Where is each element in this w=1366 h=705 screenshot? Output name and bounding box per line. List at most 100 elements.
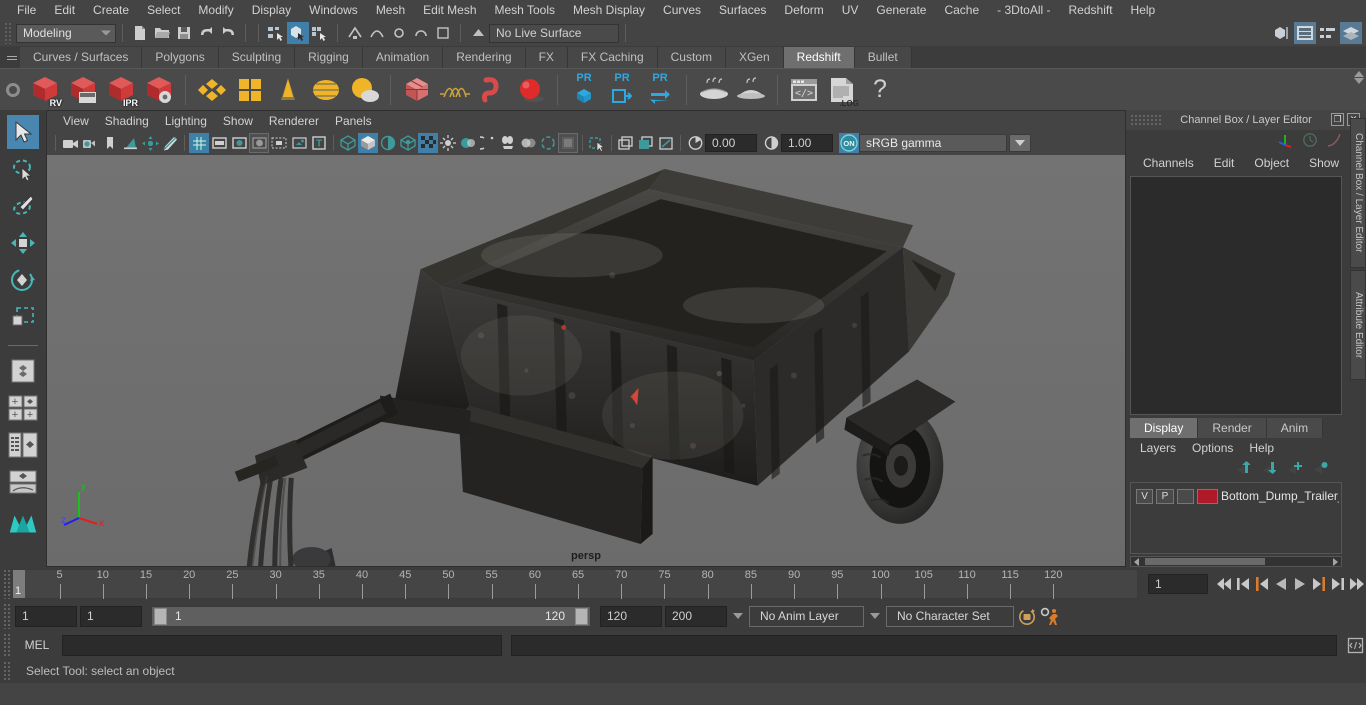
screen-space-ao-icon[interactable]	[458, 133, 478, 153]
shelf-tab-fx-caching[interactable]: FX Caching	[567, 47, 658, 68]
select-by-component-icon[interactable]	[309, 22, 331, 44]
layers-menu-help[interactable]: Help	[1241, 441, 1282, 455]
help-line-grip[interactable]	[3, 661, 12, 681]
anim-layer-select[interactable]: No Anim Layer	[749, 605, 864, 627]
go-to-end-icon[interactable]	[1347, 572, 1366, 596]
scrollbar-thumb[interactable]	[1145, 558, 1265, 565]
rotate-tool[interactable]	[7, 263, 39, 297]
move-tool[interactable]	[7, 226, 39, 260]
make-live-icon[interactable]	[467, 22, 489, 44]
shaded-wireframe-icon[interactable]	[378, 133, 398, 153]
character-set-dropdown-button[interactable]	[867, 606, 883, 627]
viewport-menu-lighting[interactable]: Lighting	[157, 114, 215, 128]
new-layer-from-selected-icon[interactable]	[1311, 461, 1328, 478]
shelf-button-redshift-help[interactable]: ?	[861, 71, 899, 109]
scale-tool[interactable]	[7, 300, 39, 334]
gamma-field[interactable]: 1.00	[781, 134, 833, 152]
channel-box-menu-edit[interactable]: Edit	[1205, 156, 1244, 170]
select-by-object-icon[interactable]	[287, 22, 309, 44]
panel-hud-icon[interactable]	[636, 133, 656, 153]
shelf-tab-bullet[interactable]: Bullet	[854, 47, 912, 68]
depth-peel-icon[interactable]	[518, 133, 538, 153]
color-management-icon[interactable]: ON	[839, 133, 859, 153]
lasso-select-tool[interactable]	[7, 152, 39, 186]
channel-box-axis-icon[interactable]	[1277, 132, 1294, 151]
menu-mesh-display[interactable]: Mesh Display	[564, 0, 654, 20]
shelf-button-redshift-bake-1[interactable]	[694, 71, 732, 109]
color-profile-select[interactable]: sRGB gamma	[859, 134, 1007, 152]
menu-mesh-tools[interactable]: Mesh Tools	[486, 0, 564, 20]
new-layer-icon[interactable]	[1285, 461, 1302, 478]
channel-box-menu-channels[interactable]: Channels	[1134, 156, 1203, 170]
exposure-field[interactable]: 0.00	[705, 134, 757, 152]
shelf-button-redshift-material[interactable]	[193, 71, 231, 109]
snap-view-plane-icon[interactable]	[432, 22, 454, 44]
menu-3dtoall[interactable]: - 3DtoAll -	[988, 0, 1059, 20]
display-layer-icon[interactable]	[616, 133, 636, 153]
shelf-tab-custom[interactable]: Custom	[657, 47, 726, 68]
snap-curve-icon[interactable]	[366, 22, 388, 44]
open-scene-icon[interactable]	[151, 22, 173, 44]
smooth-shade-icon[interactable]	[358, 133, 378, 153]
step-forward-key-icon[interactable]	[1309, 572, 1328, 596]
command-line-label[interactable]: MEL	[15, 638, 59, 652]
exposure-icon[interactable]	[289, 133, 309, 153]
film-gate-icon[interactable]	[209, 133, 229, 153]
lighting-icon[interactable]	[418, 133, 438, 153]
command-line-input[interactable]	[62, 634, 502, 656]
menuset-selector[interactable]: Modeling	[16, 23, 116, 43]
shelf-button-redshift-hair[interactable]	[436, 71, 474, 109]
anim-layer-dropdown-button[interactable]	[730, 606, 746, 627]
bookmark-icon[interactable]	[100, 133, 120, 153]
channel-box-curve-icon[interactable]	[1326, 132, 1342, 151]
color-profile-dropdown-button[interactable]	[1009, 134, 1031, 152]
shelf-tab-animation[interactable]: Animation	[362, 47, 444, 68]
shelf-tab-polygons[interactable]: Polygons	[142, 47, 219, 68]
shelf-button-redshift-matte[interactable]	[231, 71, 269, 109]
two-d-pan-zoom-icon[interactable]	[140, 133, 160, 153]
character-set-select[interactable]: No Character Set	[886, 605, 1014, 627]
image-plane-icon[interactable]	[120, 133, 140, 153]
menu-surfaces[interactable]: Surfaces	[710, 0, 775, 20]
tab-anim[interactable]: Anim	[1266, 418, 1324, 438]
script-editor-icon[interactable]	[1344, 634, 1366, 656]
show-manipulator-icon[interactable]	[1271, 22, 1293, 44]
go-to-start-icon[interactable]	[1214, 572, 1233, 596]
menu-cache[interactable]: Cache	[935, 0, 988, 20]
layer-playback-toggle[interactable]: P	[1156, 488, 1174, 504]
grease-pencil-icon[interactable]	[160, 133, 180, 153]
shelf-button-redshift-light-cone[interactable]	[269, 71, 307, 109]
current-frame-field[interactable]: 1	[1148, 574, 1208, 594]
shelf-tab-xgen[interactable]: XGen	[725, 47, 784, 68]
layer-color-swatch[interactable]	[1196, 488, 1218, 504]
shelf-tab-rigging[interactable]: Rigging	[295, 47, 363, 68]
shelf-button-redshift-render-settings[interactable]	[140, 71, 178, 109]
shelf-button-redshift-proxy-export[interactable]: PR	[565, 71, 603, 109]
channel-box-clock-icon[interactable]	[1302, 132, 1318, 151]
shelf-scroll-arrows[interactable]	[1354, 71, 1364, 84]
menu-deform[interactable]: Deform	[775, 0, 832, 20]
attribute-editor-toggle-icon[interactable]	[1317, 22, 1339, 44]
shelf-button-redshift-log[interactable]: .LOG	[823, 71, 861, 109]
shelf-button-redshift-proxy[interactable]	[398, 71, 436, 109]
viewport-menu-shading[interactable]: Shading	[97, 114, 157, 128]
redo-icon[interactable]	[217, 22, 239, 44]
menu-generate[interactable]: Generate	[867, 0, 935, 20]
shelf-tab-fx[interactable]: FX	[525, 47, 568, 68]
time-slider[interactable]: 1 5 10 15 20 25 30 35 40 45 50 55 60 65 70 75 80 85 90 95 1…	[12, 569, 1138, 599]
quick-layout-four[interactable]: + + +	[7, 391, 39, 425]
xray-icon[interactable]	[538, 133, 558, 153]
channel-box-menu-show[interactable]: Show	[1300, 156, 1348, 170]
range-bar[interactable]: 1 120	[151, 605, 591, 627]
quick-layout-single[interactable]	[7, 354, 39, 388]
menu-curves[interactable]: Curves	[654, 0, 710, 20]
anim-start-field[interactable]: 1	[15, 605, 77, 627]
chevron-up-icon[interactable]	[1354, 71, 1364, 77]
status-line-grip[interactable]	[4, 22, 13, 44]
step-forward-frame-icon[interactable]	[1328, 572, 1347, 596]
shelf-menu-icon[interactable]	[4, 48, 20, 68]
snap-projected-icon[interactable]	[410, 22, 432, 44]
layer-shading-toggle[interactable]	[1176, 488, 1194, 504]
motion-blur-icon[interactable]	[478, 133, 498, 153]
command-line-output[interactable]	[511, 634, 1337, 656]
